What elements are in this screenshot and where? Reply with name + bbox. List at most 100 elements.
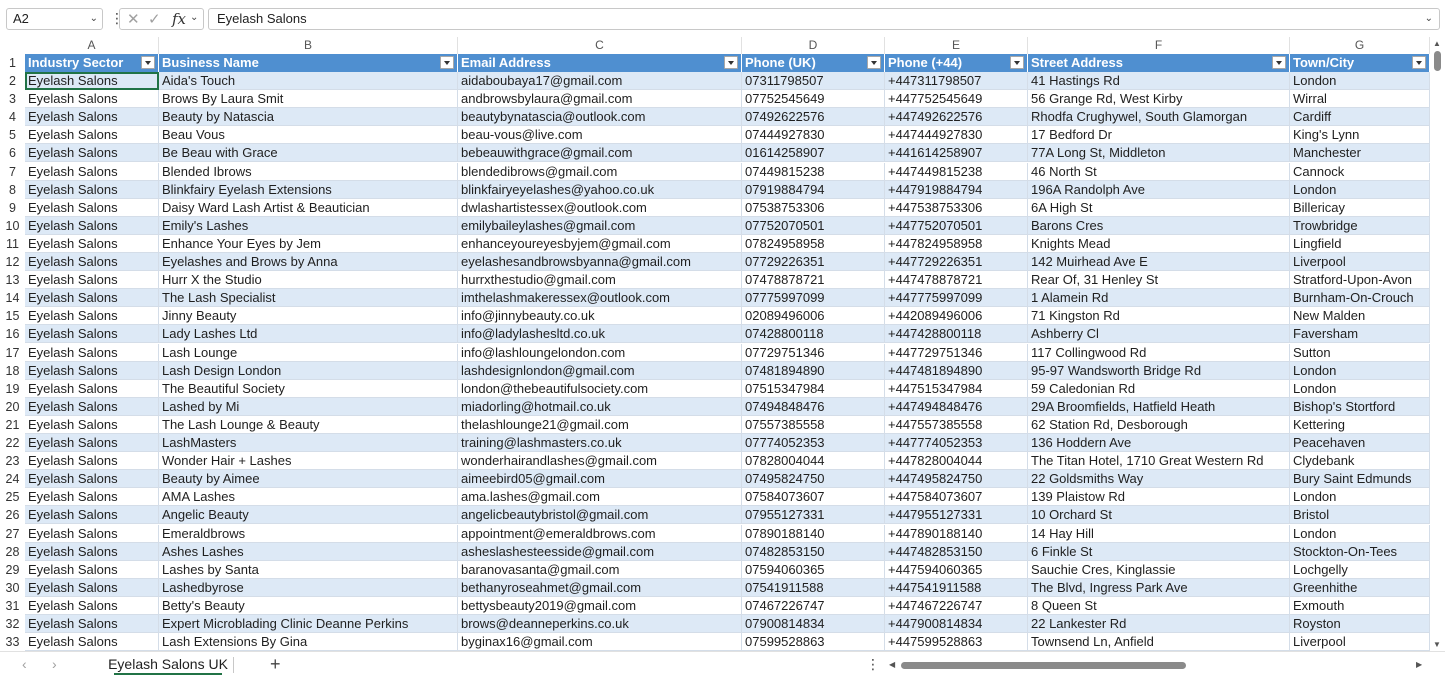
table-cell[interactable]: hurrxthestudio@gmail.com [458,271,742,290]
spreadsheet-grid[interactable]: A B C D E F G 1 Industry Sector Business Name Emai… [0,37,1430,651]
table-cell[interactable]: 07541911588 [742,578,885,597]
table-cell[interactable]: 95-97 Wandsworth Bridge Rd [1028,361,1290,380]
table-cell[interactable]: +447752070501 [885,216,1028,235]
table-cell[interactable]: Wonder Hair + Lashes [159,452,458,471]
column-header-c[interactable]: C [458,37,742,54]
table-cell[interactable]: appointment@emeraldbrows.com [458,524,742,543]
header-cell[interactable]: Phone (UK) [742,54,885,72]
table-cell[interactable]: Stratford-Upon-Avon [1290,271,1430,290]
table-cell[interactable]: Ashes Lashes [159,542,458,561]
table-cell[interactable]: Eyelash Salons [25,180,159,199]
formula-input[interactable]: Eyelash Salons ⌄ [208,8,1440,30]
table-cell[interactable]: Angelic Beauty [159,506,458,525]
header-cell[interactable]: Industry Sector [25,54,159,72]
table-cell[interactable]: Be Beau with Grace [159,144,458,163]
table-cell[interactable]: Lash Extensions By Gina [159,633,458,651]
table-cell[interactable]: 07467226747 [742,596,885,615]
table-cell[interactable]: 07775997099 [742,289,885,308]
table-cell[interactable]: Barons Cres [1028,216,1290,235]
row-number[interactable]: 19 [0,379,25,398]
row-number[interactable]: 29 [0,560,25,579]
table-cell[interactable]: Royston [1290,615,1430,633]
table-cell[interactable]: Emeraldbrows [159,524,458,543]
table-cell[interactable]: Stockton-On-Tees [1290,542,1430,561]
table-cell[interactable]: Greenhithe [1290,578,1430,597]
table-cell[interactable]: Eyelash Salons [25,271,159,290]
header-cell[interactable]: Street Address [1028,54,1290,72]
table-cell[interactable]: Lashes by Santa [159,560,458,579]
cancel-icon[interactable]: ✕ [127,10,140,28]
table-cell[interactable]: Eyelash Salons [25,234,159,253]
table-cell[interactable]: 07515347984 [742,379,885,398]
table-cell[interactable]: beau-vous@live.com [458,126,742,145]
table-cell[interactable]: Blended Ibrows [159,162,458,181]
table-cell[interactable]: Eyelash Salons [25,198,159,217]
scroll-down-icon[interactable]: ▼ [1433,640,1441,649]
row-number[interactable]: 24 [0,470,25,489]
table-cell[interactable]: 07311798507 [742,72,885,90]
table-cell[interactable]: andbrowsbylaura@gmail.com [458,90,742,109]
table-cell[interactable]: 136 Hoddern Ave [1028,434,1290,452]
table-cell[interactable]: 07428800118 [742,325,885,344]
table-cell[interactable]: info@jinnybeauty.co.uk [458,307,742,326]
horizontal-scroll-thumb[interactable] [901,662,1186,669]
row-number[interactable]: 18 [0,361,25,380]
table-cell[interactable]: Exmouth [1290,596,1430,615]
insert-function-icon[interactable]: fx [172,10,186,28]
column-header-f[interactable]: F [1028,37,1290,54]
table-cell[interactable]: Eyelash Salons [25,379,159,398]
table-cell[interactable]: London [1290,361,1430,380]
table-cell[interactable]: Eyelash Salons [25,615,159,633]
row-number[interactable]: 4 [0,108,25,127]
table-cell[interactable]: The Blvd, Ingress Park Ave [1028,578,1290,597]
table-cell[interactable]: Eyelash Salons [25,524,159,543]
table-cell[interactable]: Eyelash Salons [25,596,159,615]
row-number[interactable]: 1 [0,54,25,72]
table-cell[interactable]: Lashed by Mi [159,397,458,416]
table-cell[interactable]: +447599528863 [885,633,1028,651]
table-cell[interactable]: +442089496006 [885,307,1028,326]
table-cell[interactable]: Eyelash Salons [25,415,159,434]
table-cell[interactable]: Eyelash Salons [25,162,159,181]
table-cell[interactable]: London [1290,72,1430,90]
table-cell[interactable]: 07538753306 [742,198,885,217]
table-cell[interactable]: Daisy Ward Lash Artist & Beautician [159,198,458,217]
table-cell[interactable]: Sauchie Cres, Kinglassie [1028,560,1290,579]
scroll-left-icon[interactable]: ◀ [889,660,895,669]
table-cell[interactable]: Cannock [1290,162,1430,181]
table-cell[interactable]: +447828004044 [885,452,1028,471]
table-cell[interactable]: The Lash Specialist [159,289,458,308]
vertical-scrollbar[interactable]: ▲ ▼ [1430,37,1445,651]
table-cell[interactable]: beautybynatascia@outlook.com [458,108,742,127]
table-cell[interactable]: angelicbeautybristol@gmail.com [458,506,742,525]
table-cell[interactable]: Liverpool [1290,633,1430,651]
table-cell[interactable]: Lingfield [1290,234,1430,253]
scroll-up-icon[interactable]: ▲ [1433,39,1441,48]
table-cell[interactable]: +447752545649 [885,90,1028,109]
table-cell[interactable]: Bristol [1290,506,1430,525]
next-sheet-icon[interactable]: › [52,656,57,672]
table-cell[interactable]: dwlashartistessex@outlook.com [458,198,742,217]
row-number[interactable]: 30 [0,578,25,597]
column-header-d[interactable]: D [742,37,885,54]
table-cell[interactable]: +447729226351 [885,253,1028,271]
table-cell[interactable]: 07584073607 [742,488,885,507]
table-cell[interactable]: blendedibrows@gmail.com [458,162,742,181]
filter-dropdown-icon[interactable] [867,56,881,69]
table-cell[interactable]: miadorling@hotmail.co.uk [458,397,742,416]
table-cell[interactable]: bettysbeauty2019@gmail.com [458,596,742,615]
table-cell[interactable]: 6A High St [1028,198,1290,217]
table-cell[interactable]: +447492622576 [885,108,1028,127]
table-cell[interactable]: 07494848476 [742,397,885,416]
table-cell[interactable]: Clydebank [1290,452,1430,471]
table-cell[interactable]: 8 Queen St [1028,596,1290,615]
table-cell[interactable]: info@ladylashesltd.co.uk [458,325,742,344]
table-cell[interactable]: +447449815238 [885,162,1028,181]
table-cell[interactable]: 71 Kingston Rd [1028,307,1290,326]
table-cell[interactable]: 117 Collingwood Rd [1028,343,1290,362]
table-cell[interactable]: +447955127331 [885,506,1028,525]
column-header-g[interactable]: G [1290,37,1430,54]
table-cell[interactable]: Manchester [1290,144,1430,163]
confirm-icon[interactable]: ✓ [148,10,161,28]
table-cell[interactable]: 139 Plaistow Rd [1028,488,1290,507]
